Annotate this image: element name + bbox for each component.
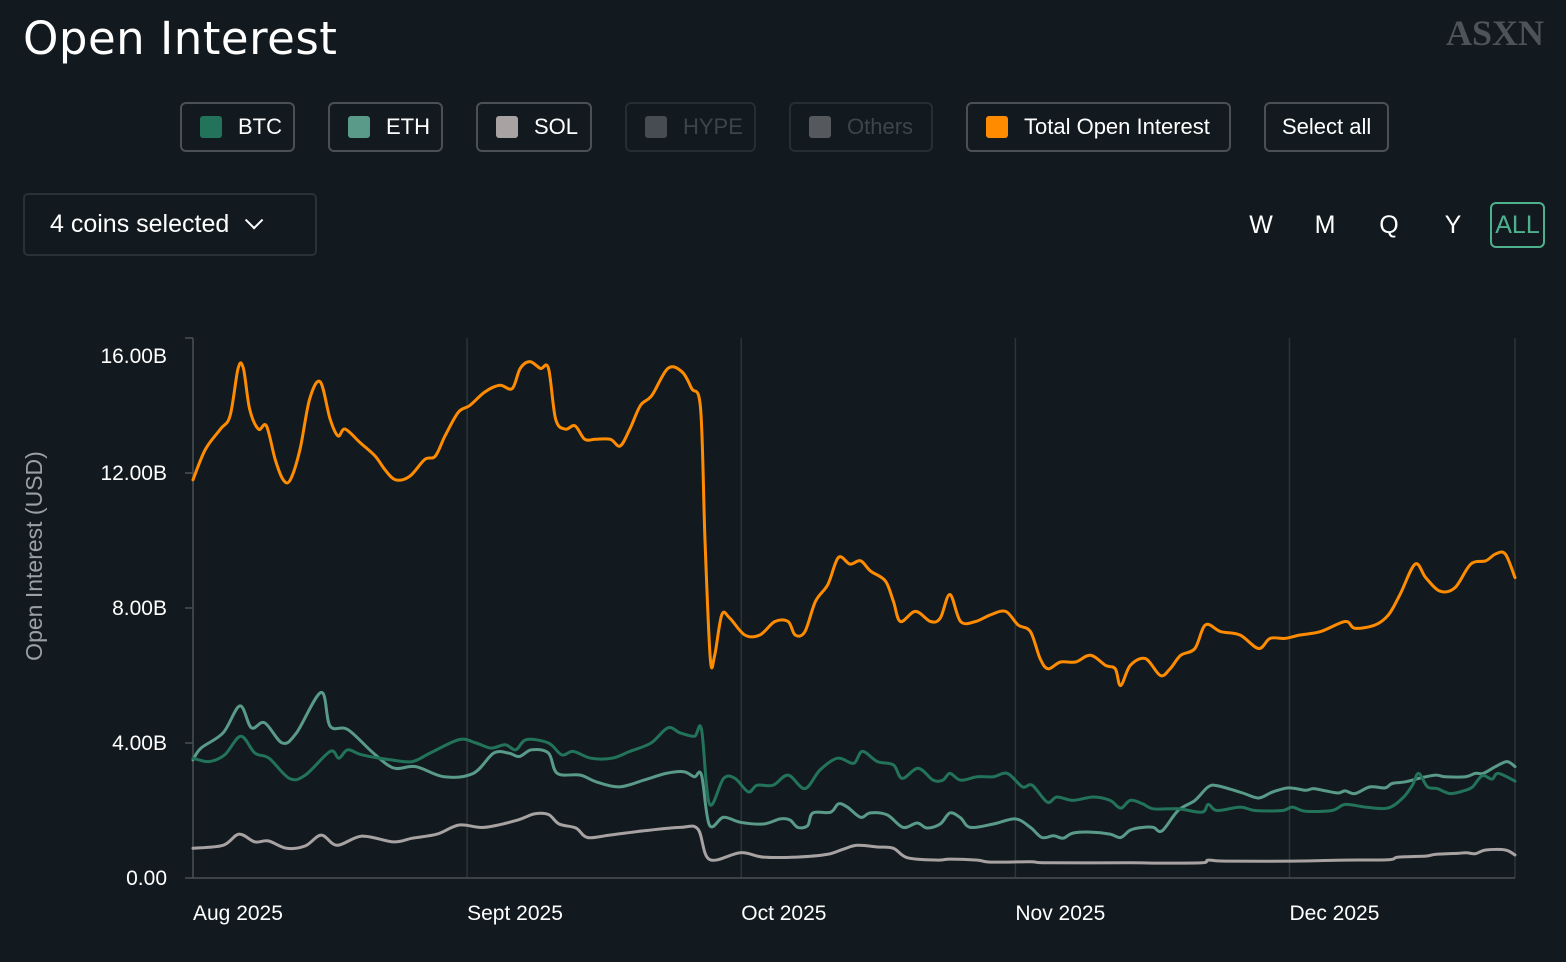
y-tick-label: 16.00B [100,345,167,368]
series-line-total-open-interest [191,360,1517,688]
y-tick-label: 8.00B [112,597,167,620]
x-tick-label: Oct 2025 [741,902,826,925]
y-tick-label: 12.00B [100,462,167,485]
y-tick-label: 0.00 [126,867,167,890]
x-tick-label: Aug 2025 [193,902,283,925]
open-interest-chart: Aug 2025 Sept 2025 Oct 2025 Nov 2025 Dec 202… [21,337,1517,925]
x-tick-label: Dec 2025 [1290,902,1380,925]
series-line-sol [191,811,1517,865]
series-line-btc [191,724,1517,814]
series-line-eth [191,690,1517,840]
x-tick-label: Sept 2025 [467,902,563,925]
x-tick-label: Nov 2025 [1015,902,1105,925]
y-axis-title: Open Interest (USD) [21,451,47,661]
y-tick-label: 4.00B [112,732,167,755]
